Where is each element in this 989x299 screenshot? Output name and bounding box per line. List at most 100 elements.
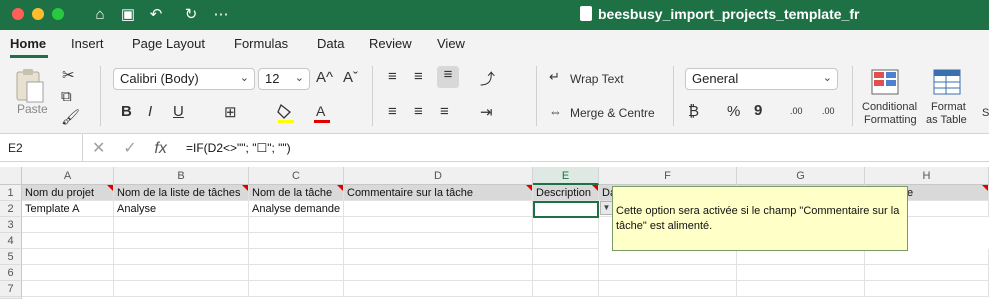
underline-button[interactable]: U (173, 103, 184, 120)
increase-decimal-button[interactable]: .00 (790, 106, 803, 116)
percent-button[interactable]: % (727, 103, 740, 120)
comma-style-button[interactable]: 9 (754, 102, 762, 119)
empty-cell[interactable] (249, 265, 344, 281)
column-header-b[interactable]: B (114, 167, 249, 185)
name-box[interactable]: E2 (0, 134, 83, 162)
empty-cell[interactable] (344, 249, 533, 265)
column-header-a[interactable]: A (22, 167, 114, 185)
cell-d1[interactable]: Commentaire sur la tâche (344, 185, 533, 201)
empty-cell[interactable] (737, 281, 865, 297)
zoom-window-button[interactable] (52, 8, 64, 20)
cancel-icon[interactable]: ✕ (92, 140, 105, 157)
empty-cell[interactable] (22, 281, 114, 297)
grow-font-icon[interactable]: A^ (316, 69, 333, 86)
tab-page-layout[interactable]: Page Layout (132, 36, 205, 51)
empty-cell[interactable] (737, 265, 865, 281)
align-middle-icon[interactable]: ≡ (414, 68, 423, 85)
empty-cell[interactable] (533, 281, 599, 297)
undo-icon[interactable]: ↶ (145, 4, 167, 26)
row-header-2[interactable]: 2 (0, 201, 22, 217)
indent-icon[interactable]: ⇥ (480, 103, 493, 121)
tab-review[interactable]: Review (369, 36, 412, 51)
fill-color-icon[interactable] (276, 102, 296, 124)
empty-cell[interactable] (22, 217, 114, 233)
cell-e1[interactable]: Description (533, 185, 599, 201)
column-header-e[interactable]: E (533, 167, 599, 185)
font-size-select[interactable]: 12 ⌄ (258, 68, 310, 90)
more-icon[interactable]: ⋯ (210, 4, 232, 26)
row-header-3[interactable]: 3 (0, 217, 22, 233)
cell-a2[interactable]: Template A (22, 201, 114, 217)
empty-cell[interactable] (22, 265, 114, 281)
align-right-icon[interactable]: ≡ (440, 103, 449, 120)
empty-cell[interactable] (533, 217, 599, 233)
empty-cell[interactable] (249, 249, 344, 265)
row-header-6[interactable]: 6 (0, 265, 22, 281)
tab-formulas[interactable]: Formulas (234, 36, 288, 51)
conditional-formatting-label-2[interactable]: Formatting (864, 114, 917, 126)
empty-cell[interactable] (344, 281, 533, 297)
orientation-icon[interactable]: ⤴ (480, 68, 495, 89)
align-center-icon[interactable]: ≡ (414, 103, 423, 120)
row-header-4[interactable]: 4 (0, 233, 22, 249)
empty-cell[interactable] (865, 281, 989, 297)
column-header-f[interactable]: F (599, 167, 737, 185)
empty-cell[interactable] (344, 265, 533, 281)
conditional-formatting-icon[interactable] (870, 68, 900, 98)
wrap-text-button[interactable]: Wrap Text (570, 72, 624, 86)
selected-cell-e2[interactable] (533, 201, 599, 218)
empty-cell[interactable] (865, 265, 989, 281)
empty-cell[interactable] (114, 265, 249, 281)
cell-d2[interactable] (344, 201, 533, 217)
merge-centre-button[interactable]: Merge & Centre (570, 106, 655, 120)
number-format-select[interactable]: General ⌄ (685, 68, 838, 90)
cell-styles-label-partial[interactable]: S (982, 107, 989, 119)
row-header-1[interactable]: 1 (0, 185, 22, 201)
borders-icon[interactable]: ⊞ (224, 103, 237, 121)
conditional-formatting-label-1[interactable]: Conditional (862, 101, 917, 113)
italic-button[interactable]: I (148, 103, 152, 120)
tab-home[interactable]: Home (10, 36, 46, 51)
cut-icon[interactable]: ✂ (62, 66, 75, 84)
merge-icon[interactable]: ⇔ (549, 104, 562, 119)
redo-icon[interactable]: ↻ (180, 4, 202, 26)
decrease-decimal-button[interactable]: .00 (822, 106, 835, 116)
row-header-7[interactable]: 7 (0, 281, 22, 297)
currency-icon[interactable]: ₿ (688, 103, 699, 120)
empty-cell[interactable] (22, 233, 114, 249)
wrap-text-icon[interactable]: ↵ (549, 69, 560, 85)
empty-cell[interactable] (344, 217, 533, 233)
empty-cell[interactable] (533, 233, 599, 249)
empty-cell[interactable] (599, 249, 737, 265)
empty-cell[interactable] (249, 233, 344, 249)
column-header-g[interactable]: G (737, 167, 865, 185)
paste-icon[interactable] (14, 68, 46, 104)
row-header-5[interactable]: 5 (0, 249, 22, 265)
home-icon[interactable]: ⌂ (89, 4, 111, 26)
format-as-table-label-1[interactable]: Format (931, 101, 966, 113)
format-painter-icon[interactable]: 🖌 (61, 108, 80, 126)
empty-cell[interactable] (599, 281, 737, 297)
cell-c1[interactable]: Nom de la tâche (249, 185, 344, 201)
empty-cell[interactable] (737, 249, 865, 265)
bold-button[interactable]: B (121, 103, 132, 120)
empty-cell[interactable] (114, 249, 249, 265)
column-header-h[interactable]: H (865, 167, 989, 185)
font-color-icon[interactable]: A (312, 102, 332, 124)
function-icon[interactable]: fx (154, 140, 166, 157)
format-as-table-icon[interactable] (932, 68, 962, 98)
empty-cell[interactable] (22, 249, 114, 265)
empty-cell[interactable] (249, 217, 344, 233)
empty-cell[interactable] (533, 265, 599, 281)
close-window-button[interactable] (12, 8, 24, 20)
copy-icon[interactable]: ⧉ (61, 88, 72, 105)
format-as-table-label-2[interactable]: as Table (926, 114, 967, 126)
formula-input[interactable]: =IF(D2<>""; "☐"; "") (186, 141, 291, 155)
empty-cell[interactable] (865, 249, 989, 265)
empty-cell[interactable] (344, 233, 533, 249)
empty-cell[interactable] (114, 217, 249, 233)
empty-cell[interactable] (533, 249, 599, 265)
empty-cell[interactable] (249, 281, 344, 297)
paste-label[interactable]: Paste (17, 102, 48, 116)
cell-c2[interactable]: Analyse demande (249, 201, 344, 217)
